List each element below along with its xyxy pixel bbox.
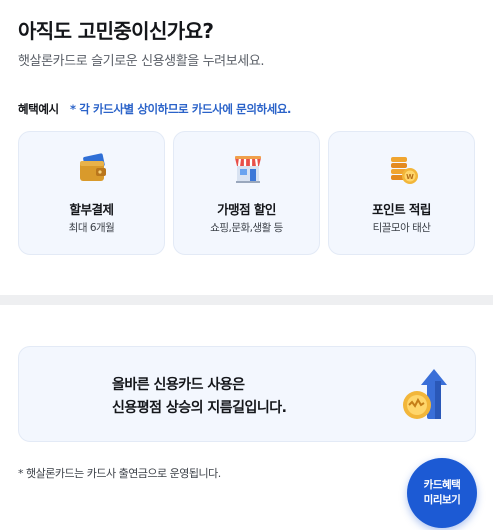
- banner-line-2: 신용평점 상승의 지름길입니다.: [112, 400, 287, 416]
- page-title: 아직도 고민중이신가요?: [18, 19, 214, 43]
- wallet-icon: [80, 153, 106, 181]
- card-title: 할부결제: [69, 202, 114, 217]
- fab-label-line-2: 미리보기: [423, 494, 461, 506]
- banner-text: 올바른 신용카드 사용은 신용평점 상승의 지름길입니다.: [112, 374, 287, 420]
- benefit-label: 혜택예시: [18, 102, 59, 116]
- benefit-header: 혜택예시 * 각 카드사별 상이하므로 카드사에 문의하세요.: [18, 101, 291, 117]
- coins-icon: W: [391, 157, 418, 184]
- fab-label-line-1: 카드혜택: [423, 479, 461, 491]
- benefit-card-installment: 할부결제 최대 6개월: [18, 131, 165, 255]
- benefit-cards: 할부결제 최대 6개월 가맹점 할인 쇼핑,문화,생활 등 W 포인트 적립 티…: [18, 131, 475, 255]
- card-title: 포인트 적립: [372, 202, 431, 217]
- card-desc: 티끌모아 태산: [372, 222, 431, 234]
- card-desc: 최대 6개월: [68, 222, 115, 234]
- benefit-note: * 각 카드사별 상이하므로 카드사에 문의하세요.: [70, 102, 292, 116]
- section-divider: [0, 295, 493, 305]
- page-subtitle: 햇살론카드로 슬기로운 신용생활을 누려보세요.: [18, 54, 265, 69]
- store-icon: [235, 156, 261, 183]
- benefit-card-points: W 포인트 적립 티끌모아 태산: [328, 131, 475, 255]
- card-title: 가맹점 할인: [217, 202, 276, 217]
- benefit-card-discount: 가맹점 할인 쇼핑,문화,생활 등: [173, 131, 320, 255]
- banner-line-1: 올바른 신용카드 사용은: [112, 377, 245, 393]
- intro-section: 아직도 고민중이신가요? 햇살론카드로 슬기로운 신용생활을 누려보세요. 혜택…: [0, 0, 493, 295]
- credit-score-banner: 올바른 신용카드 사용은 신용평점 상승의 지름길입니다.: [18, 346, 476, 442]
- footnote: * 햇살론카드는 카드사 출연금으로 운영됩니다.: [18, 467, 221, 480]
- card-benefit-preview-button[interactable]: 카드혜택 미리보기: [407, 458, 477, 528]
- credit-score-up-icon: [403, 369, 447, 419]
- svg-text:W: W: [406, 173, 414, 181]
- card-desc: 쇼핑,문화,생활 등: [210, 222, 283, 234]
